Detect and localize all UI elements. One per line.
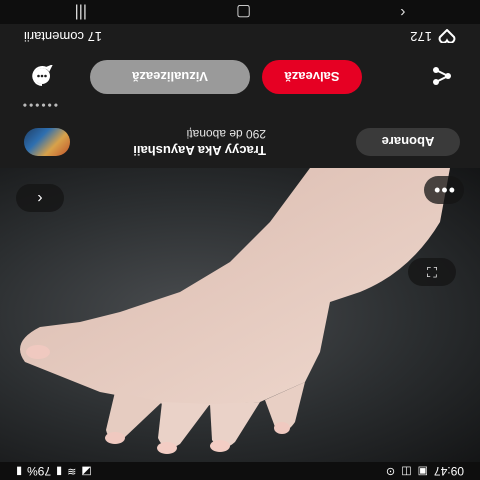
visual-search-icon[interactable]: ⛶ — [408, 258, 456, 286]
clock: 09:47 — [433, 464, 464, 478]
visit-button[interactable]: Vizualizează — [90, 60, 250, 94]
system-nav-bar: ‹ ▢ ||| — [0, 0, 480, 24]
avatar[interactable] — [24, 128, 70, 156]
hand-photo — [20, 168, 450, 454]
pin-image[interactable]: ••• ‹ ⛶ — [0, 168, 480, 462]
mute-icon: ◪ — [81, 465, 92, 478]
signal-icon: ▮ — [56, 465, 63, 478]
reaction-count: 172 — [410, 29, 432, 44]
photo-icon: ▣ — [417, 465, 428, 478]
author-name: Tracyy Aka Aayushaii — [133, 143, 266, 158]
save-button[interactable]: Salvează — [262, 60, 362, 94]
stats-row: 172 17 comentarii — [0, 24, 480, 48]
home-nav-icon[interactable]: ▢ — [236, 2, 251, 22]
more-options-icon[interactable]: ••• — [424, 176, 464, 204]
pin-detail-screen: 09:47 ▣ ◫ ⊙ ◪ ≋ ▮ 79% ▮ ••• ‹ ⛶ Abonare … — [0, 0, 480, 480]
comment-icon[interactable] — [28, 62, 56, 90]
battery-percent: 79% — [27, 464, 52, 478]
status-bar: 09:47 ▣ ◫ ⊙ ◪ ≋ ▮ 79% ▮ — [0, 462, 480, 480]
download-icon: ⊙ — [385, 465, 396, 478]
recent-apps-icon[interactable]: ||| — [75, 3, 87, 21]
action-row: Salvează Vizualizează — [0, 48, 480, 102]
follow-button[interactable]: Abonare — [356, 128, 460, 156]
author-row: Abonare Tracyy Aka Aayushaii 290 de abon… — [0, 116, 480, 168]
comment-count[interactable]: 17 comentarii — [24, 29, 102, 44]
heart-icon — [438, 29, 456, 44]
wifi-icon: ≋ — [67, 465, 77, 478]
back-arrow-icon[interactable]: ‹ — [16, 184, 64, 212]
gallery-icon: ◫ — [401, 465, 412, 478]
battery-icon: ▮ — [16, 465, 23, 478]
reactions[interactable]: 172 — [410, 29, 456, 44]
back-nav-icon[interactable]: ‹ — [400, 3, 405, 21]
follower-count: 290 de abonați — [186, 127, 266, 141]
share-icon[interactable] — [428, 62, 456, 90]
author-info[interactable]: Tracyy Aka Aayushaii 290 de abonați — [66, 127, 266, 158]
